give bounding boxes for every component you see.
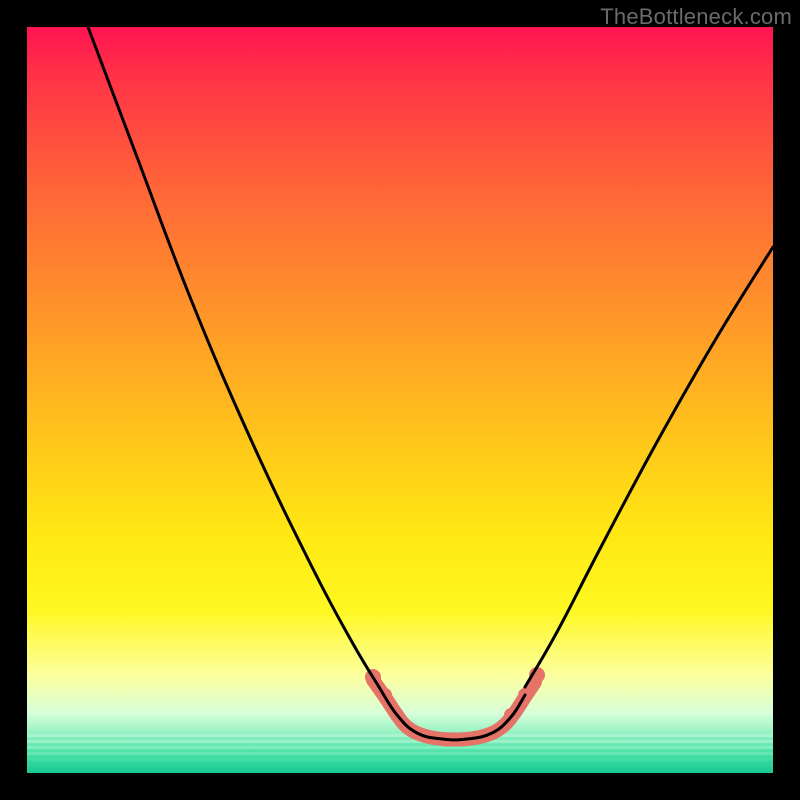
series-black-curve-left [88, 27, 379, 687]
watermark-text: TheBottleneck.com [600, 4, 792, 30]
curve-svg [27, 27, 773, 773]
chart-frame [27, 27, 773, 773]
series-black-curve-right [525, 247, 773, 687]
